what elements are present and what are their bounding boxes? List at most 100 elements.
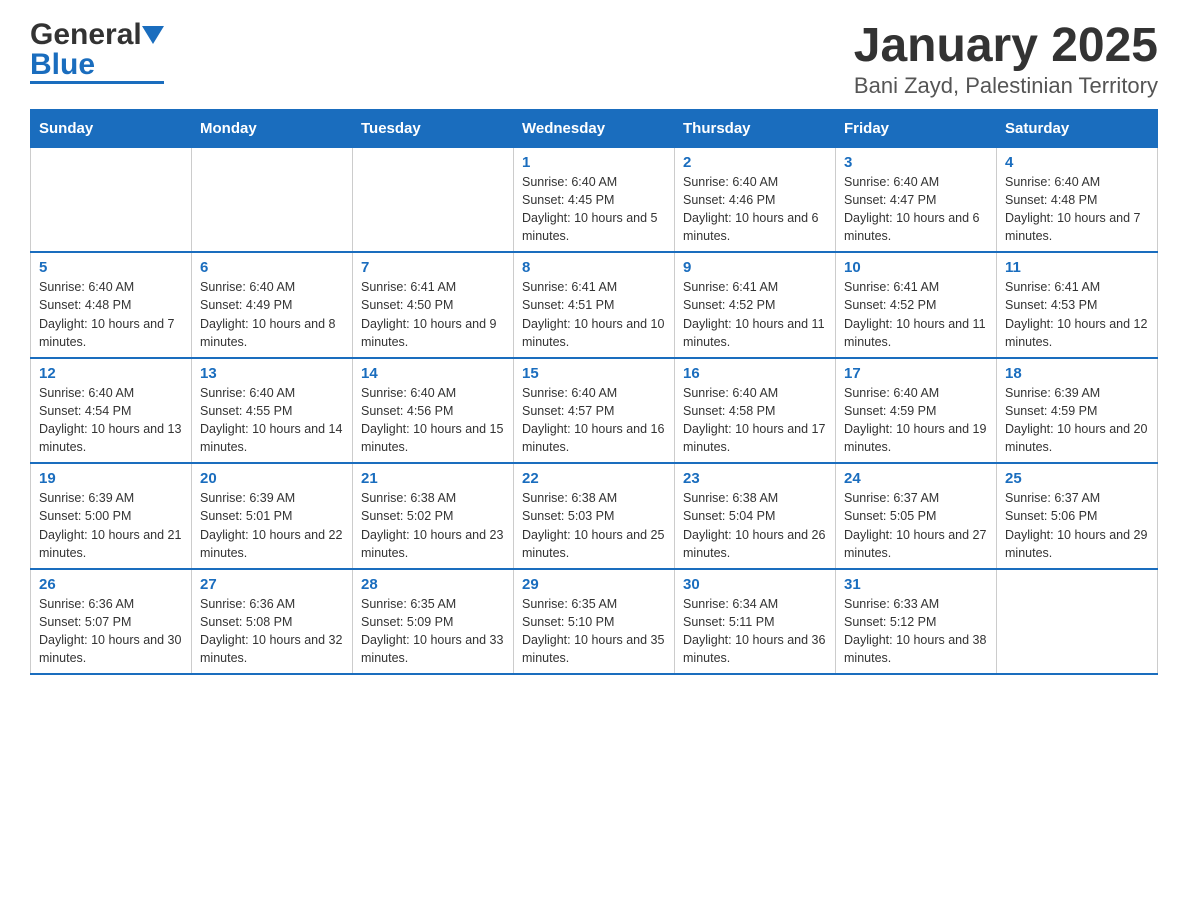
day-info: Sunrise: 6:41 AMSunset: 4:52 PMDaylight:… — [683, 280, 825, 348]
title-block: January 2025 Bani Zayd, Palestinian Terr… — [854, 20, 1158, 99]
calendar-cell: 17 Sunrise: 6:40 AMSunset: 4:59 PMDayligh… — [836, 358, 997, 464]
calendar-cell: 2 Sunrise: 6:40 AMSunset: 4:46 PMDaylight… — [675, 147, 836, 252]
day-info: Sunrise: 6:38 AMSunset: 5:03 PMDaylight:… — [522, 491, 664, 559]
day-info: Sunrise: 6:40 AMSunset: 4:58 PMDaylight:… — [683, 386, 825, 454]
calendar-table: SundayMondayTuesdayWednesdayThursdayFrid… — [30, 109, 1158, 676]
page-title: January 2025 — [854, 20, 1158, 73]
day-info: Sunrise: 6:39 AMSunset: 4:59 PMDaylight:… — [1005, 386, 1147, 454]
calendar-cell: 12 Sunrise: 6:40 AMSunset: 4:54 PMDayligh… — [31, 358, 192, 464]
calendar-cell — [31, 147, 192, 252]
calendar-cell: 10 Sunrise: 6:41 AMSunset: 4:52 PMDayligh… — [836, 252, 997, 358]
page-subtitle: Bani Zayd, Palestinian Territory — [854, 73, 1158, 99]
day-number: 24 — [844, 470, 988, 487]
calendar-cell: 11 Sunrise: 6:41 AMSunset: 4:53 PMDayligh… — [997, 252, 1158, 358]
day-number: 17 — [844, 365, 988, 382]
calendar-cell: 4Sunrise: 6:40 AMSunset: 4:48 PMDaylight… — [997, 147, 1158, 252]
day-number: 6 — [200, 259, 344, 276]
day-info: Sunrise: 6:38 AMSunset: 5:02 PMDaylight:… — [361, 491, 503, 559]
day-number: 5 — [39, 259, 183, 276]
day-info: Sunrise: 6:36 AMSunset: 5:07 PMDaylight:… — [39, 597, 181, 665]
day-number: 30 — [683, 576, 827, 593]
day-number: 16 — [683, 365, 827, 382]
day-info: Sunrise: 6:41 AMSunset: 4:52 PMDaylight:… — [844, 280, 986, 348]
calendar-header-thursday: Thursday — [675, 109, 836, 147]
calendar-header-monday: Monday — [192, 109, 353, 147]
day-info: Sunrise: 6:40 AMSunset: 4:47 PMDaylight:… — [844, 175, 980, 243]
day-info: Sunrise: 6:37 AMSunset: 5:05 PMDaylight:… — [844, 491, 986, 559]
day-number: 22 — [522, 470, 666, 487]
day-number: 7 — [361, 259, 505, 276]
calendar-cell: 30 Sunrise: 6:34 AMSunset: 5:11 PMDayligh… — [675, 569, 836, 675]
day-info: Sunrise: 6:39 AMSunset: 5:00 PMDaylight:… — [39, 491, 181, 559]
day-info: Sunrise: 6:41 AMSunset: 4:51 PMDaylight:… — [522, 280, 664, 348]
calendar-week-row: 1Sunrise: 6:40 AMSunset: 4:45 PMDaylight… — [31, 147, 1158, 252]
calendar-cell: 7 Sunrise: 6:41 AMSunset: 4:50 PMDaylight… — [353, 252, 514, 358]
calendar-cell: 14Sunrise: 6:40 AMSunset: 4:56 PMDayligh… — [353, 358, 514, 464]
day-number: 15 — [522, 365, 666, 382]
calendar-week-row: 5 Sunrise: 6:40 AMSunset: 4:48 PMDaylight… — [31, 252, 1158, 358]
calendar-cell: 16 Sunrise: 6:40 AMSunset: 4:58 PMDayligh… — [675, 358, 836, 464]
day-number: 28 — [361, 576, 505, 593]
day-number: 3 — [844, 154, 988, 171]
calendar-week-row: 26Sunrise: 6:36 AMSunset: 5:07 PMDayligh… — [31, 569, 1158, 675]
day-info: Sunrise: 6:40 AMSunset: 4:56 PMDaylight:… — [361, 386, 503, 454]
day-info: Sunrise: 6:41 AMSunset: 4:53 PMDaylight:… — [1005, 280, 1147, 348]
day-info: Sunrise: 6:41 AMSunset: 4:50 PMDaylight:… — [361, 280, 497, 348]
day-info: Sunrise: 6:35 AMSunset: 5:09 PMDaylight:… — [361, 597, 503, 665]
day-number: 13 — [200, 365, 344, 382]
calendar-cell: 13 Sunrise: 6:40 AMSunset: 4:55 PMDayligh… — [192, 358, 353, 464]
day-number: 27 — [200, 576, 344, 593]
calendar-cell: 20 Sunrise: 6:39 AMSunset: 5:01 PMDayligh… — [192, 463, 353, 569]
calendar-cell: 15Sunrise: 6:40 AMSunset: 4:57 PMDayligh… — [514, 358, 675, 464]
logo: General Blue — [30, 20, 164, 84]
day-number: 2 — [683, 154, 827, 171]
day-number: 9 — [683, 259, 827, 276]
day-info: Sunrise: 6:40 AMSunset: 4:54 PMDaylight:… — [39, 386, 181, 454]
calendar-header-wednesday: Wednesday — [514, 109, 675, 147]
calendar-cell: 22 Sunrise: 6:38 AMSunset: 5:03 PMDayligh… — [514, 463, 675, 569]
day-number: 18 — [1005, 365, 1149, 382]
page-header: General Blue January 2025 Bani Zayd, Pal… — [30, 20, 1158, 99]
day-info: Sunrise: 6:39 AMSunset: 5:01 PMDaylight:… — [200, 491, 342, 559]
day-info: Sunrise: 6:34 AMSunset: 5:11 PMDaylight:… — [683, 597, 825, 665]
calendar-cell — [997, 569, 1158, 675]
logo-blue-text: Blue — [30, 50, 95, 80]
day-number: 29 — [522, 576, 666, 593]
day-number: 10 — [844, 259, 988, 276]
calendar-header-friday: Friday — [836, 109, 997, 147]
calendar-week-row: 12 Sunrise: 6:40 AMSunset: 4:54 PMDayligh… — [31, 358, 1158, 464]
day-info: Sunrise: 6:40 AMSunset: 4:48 PMDaylight:… — [39, 280, 175, 348]
calendar-cell — [192, 147, 353, 252]
day-info: Sunrise: 6:40 AMSunset: 4:59 PMDaylight:… — [844, 386, 986, 454]
calendar-cell: 23Sunrise: 6:38 AMSunset: 5:04 PMDayligh… — [675, 463, 836, 569]
day-number: 12 — [39, 365, 183, 382]
day-number: 25 — [1005, 470, 1149, 487]
day-info: Sunrise: 6:36 AMSunset: 5:08 PMDaylight:… — [200, 597, 342, 665]
day-number: 1 — [522, 154, 666, 171]
day-number: 21 — [361, 470, 505, 487]
calendar-header-row: SundayMondayTuesdayWednesdayThursdayFrid… — [31, 109, 1158, 147]
day-info: Sunrise: 6:35 AMSunset: 5:10 PMDaylight:… — [522, 597, 664, 665]
calendar-cell: 31 Sunrise: 6:33 AMSunset: 5:12 PMDayligh… — [836, 569, 997, 675]
calendar-cell: 24 Sunrise: 6:37 AMSunset: 5:05 PMDayligh… — [836, 463, 997, 569]
day-number: 31 — [844, 576, 988, 593]
calendar-week-row: 19Sunrise: 6:39 AMSunset: 5:00 PMDayligh… — [31, 463, 1158, 569]
calendar-cell: 27 Sunrise: 6:36 AMSunset: 5:08 PMDayligh… — [192, 569, 353, 675]
day-number: 11 — [1005, 259, 1149, 276]
day-number: 20 — [200, 470, 344, 487]
calendar-header-saturday: Saturday — [997, 109, 1158, 147]
day-info: Sunrise: 6:40 AMSunset: 4:46 PMDaylight:… — [683, 175, 819, 243]
day-info: Sunrise: 6:40 AMSunset: 4:55 PMDaylight:… — [200, 386, 342, 454]
calendar-cell — [353, 147, 514, 252]
day-info: Sunrise: 6:33 AMSunset: 5:12 PMDaylight:… — [844, 597, 986, 665]
day-info: Sunrise: 6:38 AMSunset: 5:04 PMDaylight:… — [683, 491, 825, 559]
calendar-cell: 8 Sunrise: 6:41 AMSunset: 4:51 PMDaylight… — [514, 252, 675, 358]
day-number: 8 — [522, 259, 666, 276]
logo-general-text: General — [30, 20, 142, 50]
logo-underline — [30, 81, 164, 84]
calendar-cell: 5 Sunrise: 6:40 AMSunset: 4:48 PMDaylight… — [31, 252, 192, 358]
calendar-cell: 26Sunrise: 6:36 AMSunset: 5:07 PMDayligh… — [31, 569, 192, 675]
calendar-cell: 1Sunrise: 6:40 AMSunset: 4:45 PMDaylight… — [514, 147, 675, 252]
calendar-cell: 25Sunrise: 6:37 AMSunset: 5:06 PMDayligh… — [997, 463, 1158, 569]
calendar-cell: 6Sunrise: 6:40 AMSunset: 4:49 PMDaylight… — [192, 252, 353, 358]
